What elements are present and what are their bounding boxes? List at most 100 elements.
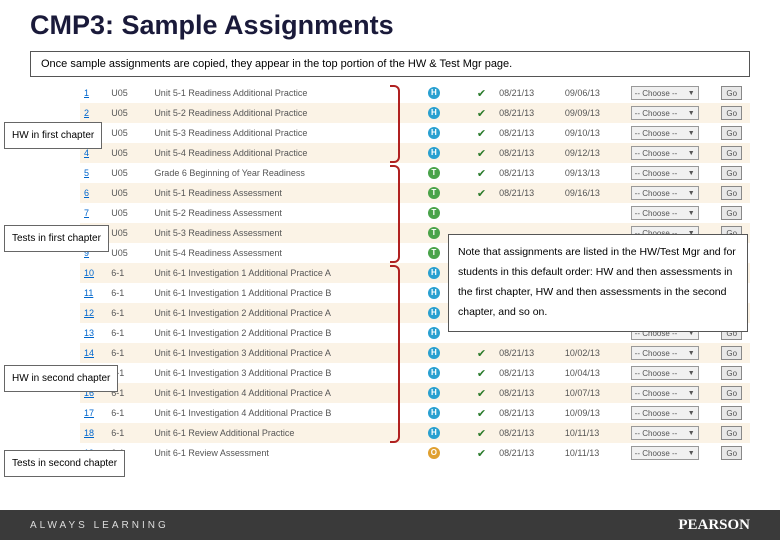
go-button[interactable]: Go xyxy=(721,346,742,360)
row-assignment-name: Unit 5-2 Readiness Assessment xyxy=(150,203,400,223)
badge-h-icon: H xyxy=(428,287,440,299)
row-choose-cell: -- Choose --▼ xyxy=(627,183,718,203)
go-button[interactable]: Go xyxy=(721,166,742,180)
badge-o-icon: O xyxy=(428,447,440,459)
choose-action-dropdown[interactable]: -- Choose --▼ xyxy=(631,366,699,380)
chevron-down-icon: ▼ xyxy=(688,390,695,397)
row-index-link[interactable]: 17 xyxy=(80,403,107,423)
row-index-link[interactable]: 11 xyxy=(80,283,107,303)
intro-description: Once sample assignments are copied, they… xyxy=(30,51,750,77)
callout-hw-first-chapter: HW in first chapter xyxy=(4,122,102,149)
badge-h-icon: H xyxy=(428,267,440,279)
row-choose-cell: -- Choose --▼ xyxy=(627,163,718,183)
chevron-down-icon: ▼ xyxy=(688,170,695,177)
badge-h-icon: H xyxy=(428,87,440,99)
row-index-link[interactable]: 18 xyxy=(80,423,107,443)
check-icon: ✔ xyxy=(477,348,486,360)
chevron-down-icon: ▼ xyxy=(688,190,695,197)
row-start-date: 08/21/13 xyxy=(495,143,561,163)
page-title: CMP3: Sample Assignments xyxy=(0,0,780,47)
choose-action-dropdown[interactable]: -- Choose --▼ xyxy=(631,86,699,100)
row-due-date: 10/09/13 xyxy=(561,403,627,423)
go-button[interactable]: Go xyxy=(721,186,742,200)
check-icon: ✔ xyxy=(477,88,486,100)
choose-action-dropdown[interactable]: -- Choose --▼ xyxy=(631,386,699,400)
choose-action-dropdown[interactable]: -- Choose --▼ xyxy=(631,346,699,360)
row-index-link[interactable]: 2 xyxy=(80,103,107,123)
row-go-cell: Go xyxy=(717,123,750,143)
row-assignment-name: Unit 5-3 Readiness Assessment xyxy=(150,223,400,243)
row-badges: H xyxy=(400,423,468,443)
bracket-hw-first xyxy=(390,85,400,163)
chevron-down-icon: ▼ xyxy=(688,150,695,157)
choose-action-dropdown[interactable]: -- Choose --▼ xyxy=(631,446,699,460)
row-choose-cell: -- Choose --▼ xyxy=(627,383,718,403)
go-button[interactable]: Go xyxy=(721,206,742,220)
badge-h-icon: H xyxy=(428,127,440,139)
table-row: 156-1Unit 6-1 Investigation 3 Additional… xyxy=(80,363,750,383)
row-choose-cell: -- Choose --▼ xyxy=(627,203,718,223)
table-row: 166-1Unit 6-1 Investigation 4 Additional… xyxy=(80,383,750,403)
row-unit: 6-1 xyxy=(107,403,150,423)
callout-tests-second-chapter: Tests in second chapter xyxy=(4,450,125,477)
row-unit: U05 xyxy=(107,103,150,123)
choose-action-dropdown[interactable]: -- Choose --▼ xyxy=(631,146,699,160)
check-icon: ✔ xyxy=(477,388,486,400)
choose-action-dropdown[interactable]: -- Choose --▼ xyxy=(631,206,699,220)
row-unit: U05 xyxy=(107,183,150,203)
row-index-link[interactable]: 13 xyxy=(80,323,107,343)
check-icon: ✔ xyxy=(477,428,486,440)
row-choose-cell: -- Choose --▼ xyxy=(627,123,718,143)
go-button[interactable]: Go xyxy=(721,406,742,420)
row-due-date: 09/10/13 xyxy=(561,123,627,143)
row-index-link[interactable]: 14 xyxy=(80,343,107,363)
row-index-link[interactable]: 12 xyxy=(80,303,107,323)
row-start-date: 08/21/13 xyxy=(495,83,561,103)
go-button[interactable]: Go xyxy=(721,386,742,400)
row-go-cell: Go xyxy=(717,203,750,223)
table-row: 4U05Unit 5-4 Readiness Additional Practi… xyxy=(80,143,750,163)
table-row: 196-1Unit 6-1 Review AssessmentO✔08/21/1… xyxy=(80,443,750,463)
choose-action-dropdown[interactable]: -- Choose --▼ xyxy=(631,406,699,420)
row-due-date: 10/02/13 xyxy=(561,343,627,363)
choose-action-dropdown[interactable]: -- Choose --▼ xyxy=(631,126,699,140)
row-badges: H xyxy=(400,143,468,163)
row-assignment-name: Grade 6 Beginning of Year Readiness xyxy=(150,163,400,183)
go-button[interactable]: Go xyxy=(721,446,742,460)
check-icon: ✔ xyxy=(477,108,486,120)
row-unit: U05 xyxy=(107,163,150,183)
choose-action-dropdown[interactable]: -- Choose --▼ xyxy=(631,426,699,440)
row-go-cell: Go xyxy=(717,363,750,383)
bracket-hw-second xyxy=(390,265,400,443)
row-index-link[interactable]: 7 xyxy=(80,203,107,223)
row-index-link[interactable]: 10 xyxy=(80,263,107,283)
go-button[interactable]: Go xyxy=(721,106,742,120)
row-index-link[interactable]: 5 xyxy=(80,163,107,183)
row-assignment-name: Unit 5-4 Readiness Additional Practice xyxy=(150,143,400,163)
row-index-link[interactable]: 6 xyxy=(80,183,107,203)
choose-action-dropdown[interactable]: -- Choose --▼ xyxy=(631,186,699,200)
row-start-date: 08/21/13 xyxy=(495,343,561,363)
row-start-date: 08/21/13 xyxy=(495,163,561,183)
row-choose-cell: -- Choose --▼ xyxy=(627,443,718,463)
bracket-tests-first xyxy=(390,165,400,263)
row-assignment-name: Unit 6-1 Investigation 4 Additional Prac… xyxy=(150,383,400,403)
row-badges: H xyxy=(400,83,468,103)
go-button[interactable]: Go xyxy=(721,426,742,440)
pearson-logo: PEARSON xyxy=(678,517,750,534)
chevron-down-icon: ▼ xyxy=(688,370,695,377)
go-button[interactable]: Go xyxy=(721,126,742,140)
check-icon: ✔ xyxy=(477,448,486,460)
row-assignment-name: Unit 6-1 Investigation 3 Additional Prac… xyxy=(150,343,400,363)
row-go-cell: Go xyxy=(717,423,750,443)
choose-action-dropdown[interactable]: -- Choose --▼ xyxy=(631,166,699,180)
go-button[interactable]: Go xyxy=(721,86,742,100)
row-index-link[interactable]: 1 xyxy=(80,83,107,103)
choose-action-dropdown[interactable]: -- Choose --▼ xyxy=(631,106,699,120)
go-button[interactable]: Go xyxy=(721,366,742,380)
row-choose-cell: -- Choose --▼ xyxy=(627,103,718,123)
row-assignment-name: Unit 6-1 Review Additional Practice xyxy=(150,423,400,443)
go-button[interactable]: Go xyxy=(721,146,742,160)
row-due-date: 10/11/13 xyxy=(561,423,627,443)
row-badges: T xyxy=(400,163,468,183)
